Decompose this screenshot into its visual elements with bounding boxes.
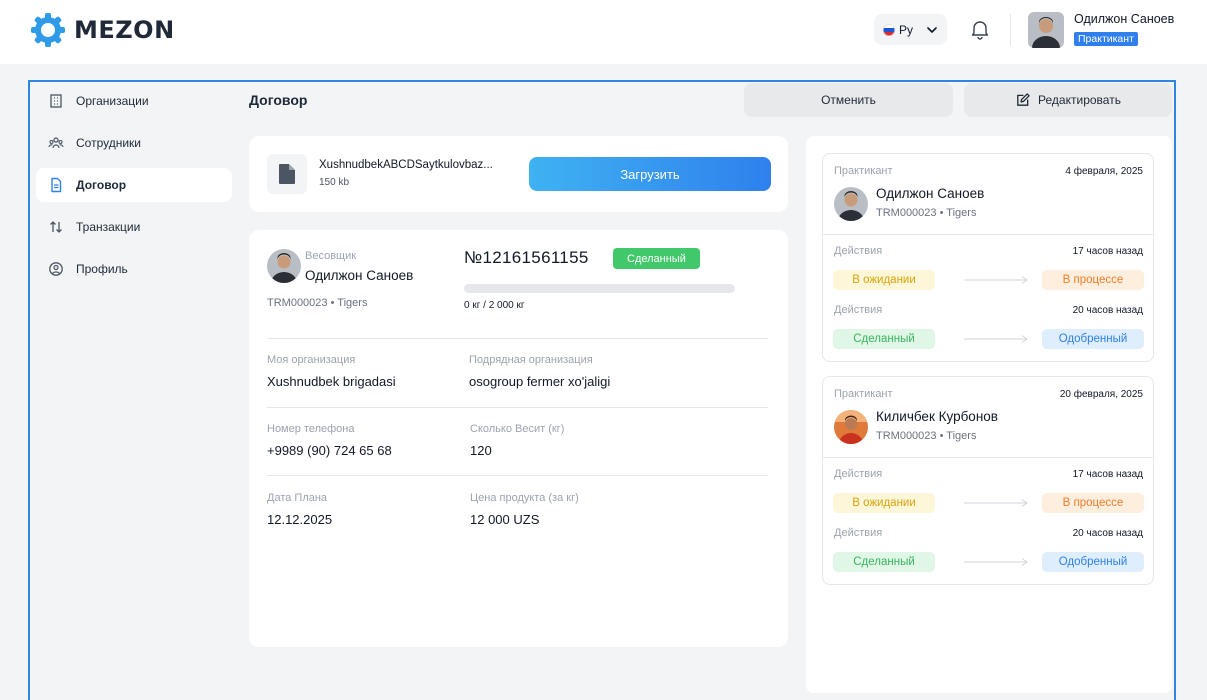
- edit-button-label: Редактировать: [1038, 93, 1121, 107]
- weigher-name: Одилжон Саноев: [305, 268, 414, 283]
- history-role: Практикант: [834, 165, 893, 177]
- edit-button[interactable]: Редактировать: [964, 83, 1172, 117]
- plan-date-label: Дата Плана: [267, 492, 328, 504]
- building-icon: [50, 94, 62, 108]
- history-date: 20 февраля, 2025: [1059, 389, 1143, 400]
- document-icon: [51, 177, 62, 193]
- history-name: Одилжон Саноев: [876, 186, 985, 201]
- action-label: Действия: [834, 527, 883, 539]
- status-pill-waiting: В ожидании: [833, 493, 935, 513]
- action-time: 20 часов назад: [1072, 305, 1143, 316]
- transfer-arrows-icon: [50, 221, 62, 233]
- status-pill-approved: Одобренный: [1042, 552, 1144, 572]
- arrow-right-icon: [964, 499, 1028, 507]
- my-org-label: Моя организация: [267, 354, 356, 366]
- weight-label: Сколько Весит (кг): [470, 423, 565, 435]
- header-divider: [1010, 14, 1011, 46]
- divider: [823, 457, 1153, 458]
- contract-details-card: Весовщик Одилжон Саноев TRM000023 • Tige…: [249, 230, 788, 647]
- user-name: Одилжон Саноев: [1074, 12, 1175, 26]
- top-header: MEZON Ру Одилжон Саноев Практикант: [0, 0, 1207, 64]
- weight-value: 120: [470, 443, 492, 458]
- divider: [267, 338, 768, 339]
- sidebar-item-employees[interactable]: Сотрудники: [36, 126, 232, 160]
- user-role-badge: Практикант: [1074, 32, 1138, 46]
- price-label: Цена продукта (за кг): [470, 492, 579, 504]
- file-upload-card: XushnudbekABCDSaytkulovbaz... 150 kb Заг…: [249, 136, 788, 212]
- status-pill-waiting: В ожидании: [833, 270, 935, 290]
- edit-pencil-icon: [1017, 92, 1030, 106]
- logo-gear-icon: [31, 13, 65, 47]
- sidebar-nav: Организации Сотрудники Договор Транзакци…: [36, 84, 232, 294]
- status-pill-approved: Одобренный: [1042, 329, 1144, 349]
- contract-number: №12161561155: [464, 248, 589, 267]
- users-icon: [48, 137, 64, 149]
- mezon-logo[interactable]: MEZON: [30, 12, 175, 48]
- profile-icon: [49, 262, 63, 276]
- contractor-label: Подрядная организация: [469, 354, 593, 366]
- cancel-button[interactable]: Отменить: [744, 83, 953, 117]
- action-label: Действия: [834, 304, 883, 316]
- weigher-role: Весовщик: [305, 250, 357, 262]
- phone-label: Номер телефона: [267, 423, 355, 435]
- language-selector[interactable]: Ру: [874, 14, 947, 45]
- status-pill-done: Сделанный: [833, 329, 935, 349]
- history-panel: Практикант 4 февраля, 2025 Одилжон Саное…: [806, 136, 1172, 693]
- arrow-right-icon: [964, 335, 1028, 343]
- status-pill-in-progress: В процессе: [1042, 493, 1144, 513]
- weigher-id-team: TRM000023 • Tigers: [267, 297, 368, 309]
- sidebar-item-organizations[interactable]: Организации: [36, 84, 232, 118]
- divider: [267, 475, 768, 476]
- sidebar-item-label: Профиль: [76, 262, 128, 276]
- action-time: 17 часов назад: [1072, 469, 1143, 480]
- file-icon: [279, 164, 295, 184]
- action-label: Действия: [834, 245, 883, 257]
- file-icon-container: [267, 154, 307, 194]
- russia-flag-icon: [883, 23, 895, 36]
- history-name: Киличбек Курбонов: [876, 409, 998, 424]
- status-badge: Сделанный: [613, 248, 700, 269]
- history-id-team: TRM000023 • Tigers: [876, 207, 977, 219]
- notification-bell-icon[interactable]: [968, 17, 992, 41]
- status-pill-in-progress: В процессе: [1042, 270, 1144, 290]
- history-avatar: [834, 187, 868, 221]
- weigher-avatar: [267, 249, 301, 283]
- history-id-team: TRM000023 • Tigers: [876, 430, 977, 442]
- history-card: Практикант 20 февраля, 2025 Киличбек Кур…: [822, 376, 1154, 585]
- action-time: 20 часов назад: [1072, 528, 1143, 539]
- sidebar-item-label: Договор: [76, 178, 127, 192]
- upload-button[interactable]: Загрузить: [529, 157, 771, 191]
- price-value: 12 000 UZS: [470, 512, 540, 527]
- sidebar-item-transactions[interactable]: Транзакции: [36, 210, 232, 244]
- divider: [823, 234, 1153, 235]
- language-label: Ру: [899, 22, 914, 37]
- chevron-down-icon: [927, 26, 937, 33]
- weight-progress-bar: [464, 284, 735, 293]
- my-org-value: Xushnudbek brigadasi: [267, 374, 396, 389]
- history-avatar: [834, 410, 868, 444]
- divider: [267, 407, 768, 408]
- sidebar-item-profile[interactable]: Профиль: [36, 252, 232, 286]
- brand-name: MEZON: [74, 16, 175, 44]
- plan-date-value: 12.12.2025: [267, 512, 333, 527]
- history-date: 4 февраля, 2025: [1065, 166, 1143, 177]
- sidebar-item-label: Организации: [76, 94, 149, 108]
- page-title: Договор: [249, 92, 308, 108]
- user-avatar[interactable]: [1028, 12, 1064, 48]
- sidebar-item-label: Транзакции: [76, 220, 141, 234]
- action-label: Действия: [834, 468, 883, 480]
- history-card: Практикант 4 февраля, 2025 Одилжон Саное…: [822, 153, 1154, 362]
- arrow-right-icon: [964, 558, 1028, 566]
- weight-progress-text: 0 кг / 2 000 кг: [464, 300, 525, 311]
- sidebar-item-label: Сотрудники: [76, 136, 141, 150]
- phone-value: +9989 (90) 724 65 68: [267, 443, 392, 458]
- contractor-value: osogroup fermer xo'jaligi: [469, 374, 611, 389]
- history-role: Практикант: [834, 388, 893, 400]
- arrow-right-icon: [964, 276, 1028, 284]
- file-name: XushnudbekABCDSaytkulovbaz...: [319, 159, 493, 171]
- status-pill-done: Сделанный: [833, 552, 935, 572]
- action-time: 17 часов назад: [1072, 246, 1143, 257]
- file-size: 150 kb: [319, 177, 350, 188]
- sidebar-item-contract[interactable]: Договор: [36, 168, 232, 202]
